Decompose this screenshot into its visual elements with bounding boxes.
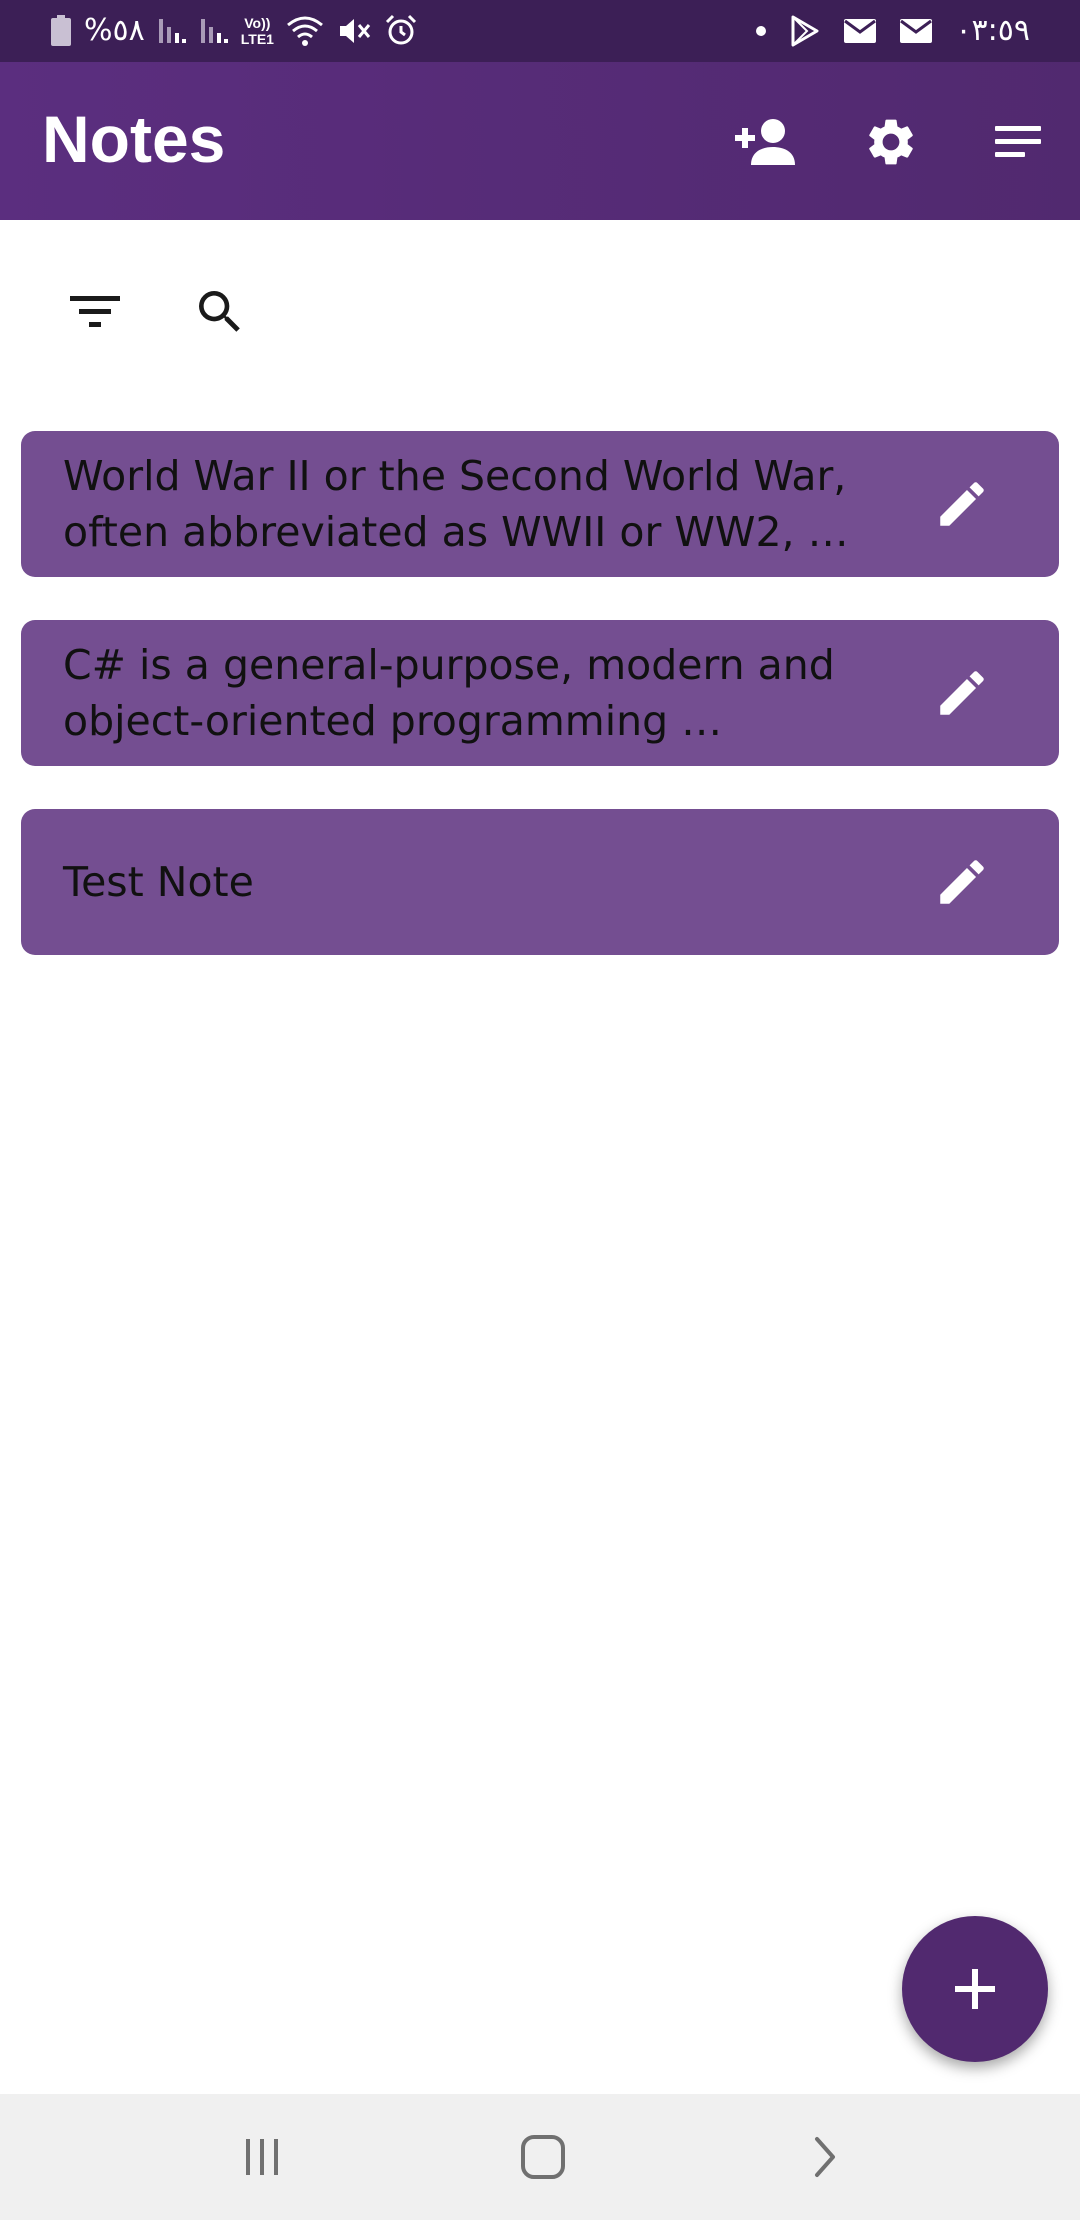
pencil-icon [940,671,984,715]
status-left: %٥٨ Vo)) LTE1 [50,0,418,62]
pencil-icon [940,860,984,904]
status-bar: %٥٨ Vo)) LTE1 ٠٣:٥٩ [0,0,1080,62]
lte-label: LTE1 [240,31,274,47]
home-button[interactable] [508,2122,578,2192]
note-text: Test Note [63,854,893,910]
volte-label: Vo)) [244,15,271,31]
navigation-bar [0,2094,1080,2220]
signal-icon [158,19,186,43]
note-line: C# is a general-purpose, modern and [63,641,835,689]
gear-icon [869,119,913,165]
battery-percent: %٥٨ [84,13,145,48]
search-button[interactable] [180,272,260,352]
sort-icon [995,126,1041,157]
mail-icon [900,19,933,43]
note-line: World War II or the Second World War, [63,452,847,500]
play-store-icon [791,15,819,47]
settings-button[interactable] [851,102,931,182]
edit-note-button[interactable] [927,847,997,917]
status-right: ٠٣:٥٩ [755,0,1030,62]
note-card[interactable]: Test Note [21,809,1059,955]
note-card[interactable]: C# is a general-purpose, modern and obje… [21,620,1059,766]
alarm-icon [385,14,417,45]
add-note-button[interactable] [902,1916,1048,2062]
dot-icon [756,26,767,36]
clock: ٠٣:٥٩ [955,13,1030,48]
note-card[interactable]: World War II or the Second World War, of… [21,431,1059,577]
note-line: object-oriented programming … [63,697,723,745]
network-type: Vo)) LTE1 [241,15,274,47]
note-line: often abbreviated as WWII or WW2, … [63,508,849,556]
filter-icon [70,296,120,327]
filter-button[interactable] [55,272,135,352]
edit-note-button[interactable] [927,658,997,728]
search-icon [199,291,240,332]
sort-menu-button[interactable] [977,102,1057,182]
add-user-icon [735,119,795,165]
edit-note-button[interactable] [927,469,997,539]
home-icon [521,2135,565,2179]
add-user-button[interactable] [725,102,805,182]
back-icon [815,2137,835,2177]
wifi-icon [287,16,323,46]
note-text: World War II or the Second World War, of… [63,448,893,560]
mail-icon [844,19,877,43]
note-text: C# is a general-purpose, modern and obje… [63,637,893,749]
recent-apps-button[interactable] [227,2122,297,2192]
plus-icon [955,1969,995,2009]
recent-apps-icon [246,2139,278,2175]
signal-icon [200,19,228,43]
pencil-icon [940,482,984,526]
back-button[interactable] [790,2122,860,2192]
page-title: Notes [42,102,226,176]
note-line: Test Note [63,858,254,906]
app-bar: Notes [0,62,1080,220]
battery-icon [51,15,71,46]
mute-icon [339,19,371,43]
